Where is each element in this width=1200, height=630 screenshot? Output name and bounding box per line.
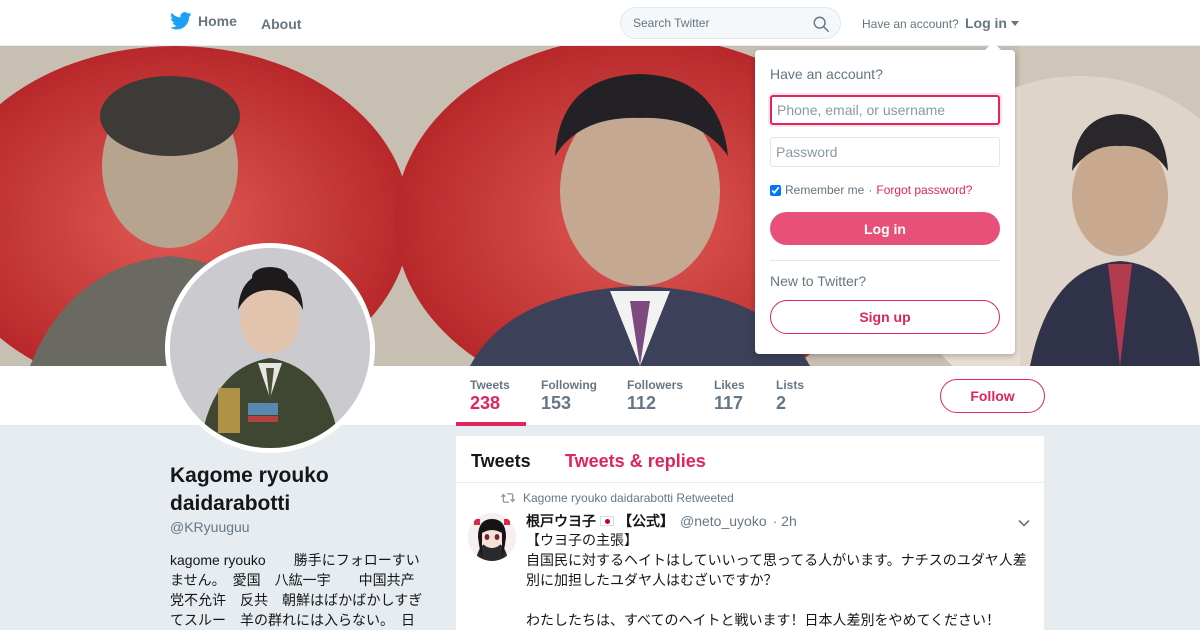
- username-field[interactable]: [770, 95, 1000, 125]
- tweet-header: 根戸ウヨ子 【公式】 @neto_uyoko · 2h: [526, 511, 797, 531]
- stat-label: Likes: [714, 378, 745, 392]
- tab-tweets[interactable]: Tweets: [471, 451, 531, 472]
- active-tab-indicator: [456, 422, 526, 426]
- retweet-context: Kagome ryouko daidarabotti Retweeted: [501, 491, 734, 505]
- tweet[interactable]: Kagome ryouko daidarabotti Retweeted 根戸ウ…: [456, 483, 1044, 630]
- twitter-bird-icon: [170, 12, 192, 30]
- caret-down-icon: [1011, 20, 1019, 26]
- nav-home-link[interactable]: Home: [170, 12, 237, 30]
- new-to-twitter-text: New to Twitter?: [770, 273, 867, 289]
- search-input[interactable]: [633, 16, 803, 30]
- retweet-icon: [501, 493, 515, 503]
- stat-label: Lists: [776, 378, 805, 392]
- login-dropdown-toggle[interactable]: Log in: [965, 15, 1019, 31]
- stat-followers[interactable]: Followers 112: [627, 378, 683, 414]
- retweet-text[interactable]: Kagome ryouko daidarabotti Retweeted: [523, 491, 734, 505]
- remember-me-checkbox[interactable]: [770, 184, 781, 196]
- search-icon[interactable]: [812, 15, 830, 33]
- tweet-avatar[interactable]: [468, 513, 516, 561]
- stat-following[interactable]: Following 153: [541, 378, 597, 414]
- search-box[interactable]: [620, 7, 841, 39]
- profile-handle[interactable]: @KRyuuguu: [170, 519, 250, 535]
- tab-tweets-and-replies[interactable]: Tweets & replies: [565, 451, 706, 472]
- avatar-image: [170, 248, 370, 448]
- nav-about-link[interactable]: About: [261, 16, 301, 32]
- tweet-author-suffix[interactable]: 【公式】: [618, 511, 674, 531]
- stat-lists[interactable]: Lists 2: [776, 378, 804, 414]
- tweet-author-handle[interactable]: @neto_uyoko: [680, 513, 767, 529]
- stat-likes[interactable]: Likes 117: [714, 378, 745, 414]
- stat-value: 2: [776, 393, 787, 413]
- remember-me-row: Remember me · Forgot password?: [770, 183, 972, 197]
- profile-name: Kagome ryouko daidarabotti: [170, 464, 329, 515]
- nav-home-label: Home: [198, 13, 237, 29]
- chevron-down-icon[interactable]: [1018, 517, 1030, 529]
- password-field[interactable]: [770, 137, 1000, 167]
- separator-dot: ·: [868, 183, 873, 197]
- top-navigation: Home About Have an account? Log in: [0, 0, 1200, 46]
- timeline-tabs: Tweets Tweets & replies: [456, 436, 1044, 483]
- timeline: Tweets Tweets & replies Kagome ryouko da…: [456, 436, 1044, 630]
- stat-value: 238: [470, 393, 501, 413]
- tweet-timestamp[interactable]: · 2h: [773, 513, 797, 529]
- login-toggle-label: Log in: [965, 15, 1007, 31]
- stat-value: 117: [714, 393, 744, 413]
- dropdown-title: Have an account?: [770, 66, 883, 82]
- stat-label: Followers: [627, 378, 684, 392]
- divider: [770, 260, 1000, 261]
- have-account-text: Have an account?: [862, 17, 959, 31]
- follow-button[interactable]: Follow: [940, 379, 1045, 413]
- stat-tweets[interactable]: Tweets 238: [470, 378, 510, 414]
- stat-value: 153: [541, 393, 572, 413]
- stat-value: 112: [627, 393, 657, 413]
- stat-label: Tweets: [470, 378, 510, 392]
- remember-me-label[interactable]: Remember me: [785, 183, 864, 197]
- tweet-author-name[interactable]: 根戸ウヨ子: [526, 511, 596, 531]
- stat-label: Following: [541, 378, 597, 392]
- forgot-password-link[interactable]: Forgot password?: [876, 183, 972, 197]
- profile-bio: kagome ryouko 勝手にフォローすいません。 愛国 八紘一宇 中国共产…: [170, 552, 423, 628]
- tweet-text: 【ウヨ子の主張】 自国民に対するヘイトはしていいって思ってる人がいます。ナチスの…: [526, 532, 1027, 628]
- login-dropdown: Have an account? Remember me · Forgot pa…: [755, 42, 1015, 354]
- japan-flag-icon: [600, 516, 614, 526]
- profile-avatar[interactable]: [165, 243, 375, 453]
- login-button[interactable]: Log in: [770, 212, 1000, 245]
- signup-button[interactable]: Sign up: [770, 300, 1000, 334]
